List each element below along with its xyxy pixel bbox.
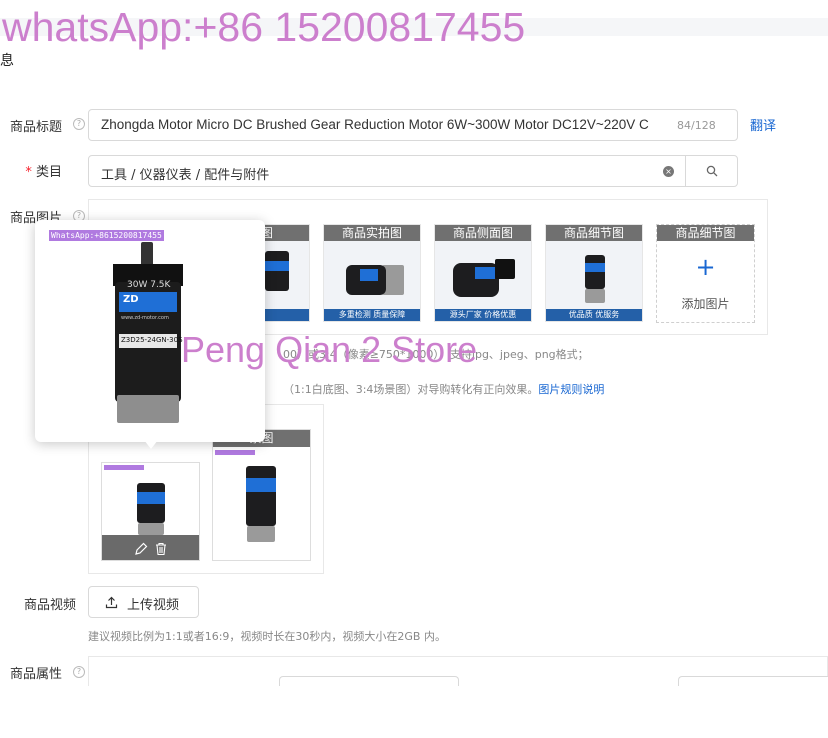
required-mark: *: [25, 165, 32, 180]
thumb-caption: 商品细节图: [546, 225, 642, 241]
page-bottom-blank: [0, 686, 828, 738]
category-label-text: 类目: [35, 165, 62, 180]
video-label-text: 商品视频: [23, 598, 76, 613]
product-photo: [546, 241, 642, 311]
popover-arrow: [144, 440, 158, 449]
motor-brand: ZD: [123, 294, 139, 305]
clear-icon[interactable]: ×: [663, 166, 674, 177]
image-ratio-hint-text: （1:1白底图、3:4场景图）对导购转化有正向效果。: [283, 383, 539, 396]
title-char-counter: 84/128: [677, 119, 716, 132]
title-input[interactable]: Zhongda Motor Micro DC Brushed Gear Redu…: [88, 109, 738, 141]
section-title: 息: [0, 53, 14, 69]
watermark-text: Peng Qian 2 Store: [181, 329, 478, 370]
thumb-banner: 多重检测 质量保障: [324, 309, 420, 321]
thumb-caption: 商品实拍图: [324, 225, 420, 241]
image-rules-link[interactable]: 图片规则说明: [538, 383, 604, 396]
search-button[interactable]: [685, 155, 739, 187]
translate-link[interactable]: 翻译: [750, 115, 776, 134]
video-hint: 建议视频比例为1:1或者16:9，视频时长在30秒内，视频大小在2GB 内。: [88, 630, 446, 643]
motor-rating-label: 30W 7.5K: [127, 280, 171, 290]
plus-icon: +: [695, 253, 716, 281]
attributes-label: 商品属性: [0, 663, 62, 682]
search-icon: [706, 165, 718, 177]
add-image-label: 添加图片: [681, 297, 730, 311]
product-image-thumb[interactable]: 商品侧面图 源头厂家 价格优惠: [434, 224, 532, 322]
category-label: * 类目: [0, 161, 62, 180]
preview-watermark-tag: WhatsApp:+8615200817455: [49, 230, 164, 241]
watermark-text: whatsApp:+86 15200817455: [2, 4, 526, 50]
thumb-banner: 源头厂家 价格优惠: [435, 309, 531, 321]
category-value: 工具 / 仪器仪表 / 配件与附件: [101, 168, 270, 183]
upload-video-button[interactable]: 上传视频: [88, 586, 199, 618]
product-image-thumb[interactable]: 商品实拍图 多重检测 质量保障: [323, 224, 421, 322]
title-label: 商品标题: [0, 116, 62, 135]
main-image-scene[interactable]: 景图: [212, 429, 311, 561]
main-image-square[interactable]: [101, 462, 200, 561]
add-image-tile[interactable]: 商品细节图 + 添加图片: [656, 224, 755, 323]
title-input-value: Zhongda Motor Micro DC Brushed Gear Redu…: [101, 117, 649, 132]
upload-video-label: 上传视频: [127, 598, 180, 613]
motor-model: Z3D25-24GN-30S: [121, 336, 183, 344]
motor-site: www.zd-motor.com: [121, 315, 169, 321]
product-image-thumb[interactable]: 商品细节图 优品质 优服务: [545, 224, 643, 322]
help-icon[interactable]: ?: [73, 666, 85, 678]
title-label-text: 商品标题: [9, 120, 62, 135]
thumb-banner: 优品质 优服务: [546, 309, 642, 321]
image-ratio-hint: （1:1白底图、3:4场景图）对导购转化有正向效果。图片规则说明: [283, 381, 604, 397]
image-action-bar: [102, 535, 199, 560]
category-select[interactable]: 工具 / 仪器仪表 / 配件与附件 ×: [88, 155, 738, 187]
help-icon[interactable]: ?: [73, 118, 85, 130]
upload-icon: [105, 596, 118, 609]
product-photo: [435, 241, 531, 311]
video-label: 商品视频: [14, 594, 76, 613]
edit-icon[interactable]: [134, 542, 148, 556]
thumb-caption: 商品侧面图: [435, 225, 531, 241]
delete-icon[interactable]: [154, 542, 168, 556]
product-photo: [324, 241, 420, 311]
attributes-label-text: 商品属性: [9, 667, 62, 682]
add-tile-caption: 商品细节图: [657, 225, 754, 241]
